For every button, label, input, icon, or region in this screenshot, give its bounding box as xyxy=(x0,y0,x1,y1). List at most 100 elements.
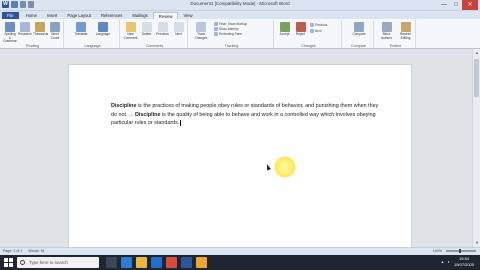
compare-icon xyxy=(354,22,364,32)
track-changes-button[interactable]: Track Changes xyxy=(191,22,211,40)
media-icon[interactable] xyxy=(196,257,207,268)
block-authors-icon xyxy=(381,22,392,32)
tab-insert[interactable]: Insert xyxy=(42,12,62,19)
group-label-comments: Comments xyxy=(145,44,164,48)
thesaurus-button[interactable]: Thesaurus xyxy=(33,22,48,37)
zoom-level[interactable]: 100% xyxy=(433,249,442,253)
taskbar-search-input[interactable]: Type here to search xyxy=(17,257,99,268)
thesaurus-icon xyxy=(35,22,45,32)
reviewing-pane-icon xyxy=(214,32,218,36)
ribbon-review: Spelling & Grammar Research Thesaurus Wo… xyxy=(0,19,480,49)
restrict-editing-icon xyxy=(400,22,411,32)
research-button[interactable]: Research xyxy=(18,22,32,37)
status-right: 100% xyxy=(433,249,476,253)
group-proofing: Spelling & Grammar Research Thesaurus Wo… xyxy=(2,20,64,48)
delete-comment-icon xyxy=(141,22,152,32)
compare-button[interactable]: Compare xyxy=(350,22,368,37)
previous-change-button[interactable]: Previous xyxy=(310,23,327,27)
new-comment-button[interactable]: New Comment xyxy=(123,22,138,40)
network-icon[interactable]: ▴ xyxy=(442,259,444,264)
language-icon xyxy=(98,22,108,32)
tab-home[interactable]: Home xyxy=(21,12,42,19)
zoom-slider[interactable] xyxy=(446,249,476,253)
windows-logo-pane xyxy=(4,263,8,267)
group-label-proofing: Proofing xyxy=(25,44,40,48)
next-comment-button[interactable]: Next xyxy=(171,22,186,37)
window-controls: — □ ✕ xyxy=(438,0,478,10)
tab-mailings[interactable]: Mailings xyxy=(127,12,152,19)
accept-icon xyxy=(279,22,290,32)
clock[interactable]: 19:54 10/07/2020 xyxy=(454,256,474,267)
spelling-grammar-button[interactable]: Spelling & Grammar xyxy=(3,22,17,44)
window-title: Document1 [Compatibility Mode] - Microso… xyxy=(190,1,290,6)
maximize-button[interactable]: □ xyxy=(450,0,462,10)
word-count-icon xyxy=(50,22,60,32)
search-placeholder: Type here to search xyxy=(29,260,68,265)
tab-references[interactable]: References xyxy=(96,12,127,19)
close-button[interactable]: ✕ xyxy=(462,0,478,10)
tab-view[interactable]: View xyxy=(178,12,197,19)
system-tray: ▴ ◖ 19:54 10/07/2020 xyxy=(442,256,474,267)
tab-page-layout[interactable]: Page Layout xyxy=(62,12,96,19)
scroll-thumb[interactable] xyxy=(474,59,479,97)
group-compare: Compare Compare xyxy=(344,20,374,48)
language-button[interactable]: Language xyxy=(94,22,112,37)
previous-change-icon xyxy=(310,23,314,27)
start-button[interactable] xyxy=(4,258,13,267)
windows-logo-pane xyxy=(9,263,13,267)
track-changes-icon xyxy=(196,22,206,32)
group-changes: Accept Reject Previous Next Changes xyxy=(276,20,342,48)
group-tracking: Track Changes Final: Show Markup Show Ma… xyxy=(190,20,274,48)
store-icon[interactable] xyxy=(151,257,162,268)
restrict-editing-button[interactable]: Restrict Editing xyxy=(397,22,414,40)
task-view-icon[interactable] xyxy=(106,257,117,268)
group-label-compare: Compare xyxy=(351,44,366,48)
final-show-markup-dropdown[interactable]: Final: Show Markup xyxy=(214,22,247,26)
previous-comment-icon xyxy=(157,22,168,32)
page-count[interactable]: Page: 1 of 1 xyxy=(3,249,22,253)
final-markup-icon xyxy=(214,22,218,26)
minimize-button[interactable]: — xyxy=(438,0,450,10)
file-explorer-icon[interactable] xyxy=(136,257,147,268)
ribbon-tabs: File Home Insert Page Layout References … xyxy=(0,11,480,19)
reject-icon xyxy=(295,22,306,32)
status-bar: Page: 1 of 1 Words: 51 100% xyxy=(0,247,480,255)
show-markup-button[interactable]: Show Markup xyxy=(214,27,239,31)
vertical-scrollbar[interactable]: ▲ ▼ xyxy=(472,49,480,247)
reviewing-pane-button[interactable]: Reviewing Pane xyxy=(214,32,242,36)
edge-icon[interactable] xyxy=(121,257,132,268)
clock-date: 10/07/2020 xyxy=(453,261,474,267)
scroll-up-icon[interactable]: ▲ xyxy=(474,50,480,56)
previous-comment-button[interactable]: Previous xyxy=(155,22,170,37)
status-left: Page: 1 of 1 Words: 51 xyxy=(3,249,45,253)
document-body[interactable]: Discipline is the practices of making pe… xyxy=(111,102,381,128)
accept-button[interactable]: Accept xyxy=(277,22,292,37)
volume-icon[interactable]: ◖ xyxy=(448,259,450,264)
group-comments: New Comment Delete Previous Next Comment… xyxy=(122,20,188,48)
windows-taskbar: Type here to search ▴ ◖ 19:54 10/07/2020 xyxy=(0,255,480,270)
word-count-button[interactable]: Word Count xyxy=(48,22,62,40)
tab-file[interactable]: File xyxy=(2,12,19,19)
translate-icon xyxy=(76,22,86,32)
document-page[interactable]: Discipline is the practices of making pe… xyxy=(68,64,412,248)
reject-button[interactable]: Reject xyxy=(293,22,308,37)
translate-button[interactable]: Translate xyxy=(72,22,90,37)
mail-icon[interactable] xyxy=(166,257,177,268)
windows-logo-icon xyxy=(4,258,8,262)
search-icon xyxy=(20,260,25,265)
delete-comment-button[interactable]: Delete xyxy=(139,22,154,37)
word-taskbar-icon[interactable] xyxy=(181,257,192,268)
next-change-button[interactable]: Next xyxy=(310,29,322,33)
word-count[interactable]: Words: 51 xyxy=(28,249,44,253)
group-label-language: Language xyxy=(84,44,101,48)
text-cursor xyxy=(180,119,181,126)
tab-review[interactable]: Review xyxy=(152,12,179,19)
title-bar: W Document1 [Compatibility Mode] - Micro… xyxy=(0,0,480,11)
term-discipline-2: Discipline xyxy=(134,111,161,118)
group-label-protect: Protect xyxy=(389,44,402,48)
scroll-down-icon[interactable]: ▼ xyxy=(474,240,480,246)
show-markup-icon xyxy=(214,27,218,31)
zoom-slider-knob[interactable] xyxy=(459,249,461,253)
block-authors-button[interactable]: Block Authors xyxy=(378,22,395,40)
click-highlight xyxy=(274,156,296,178)
